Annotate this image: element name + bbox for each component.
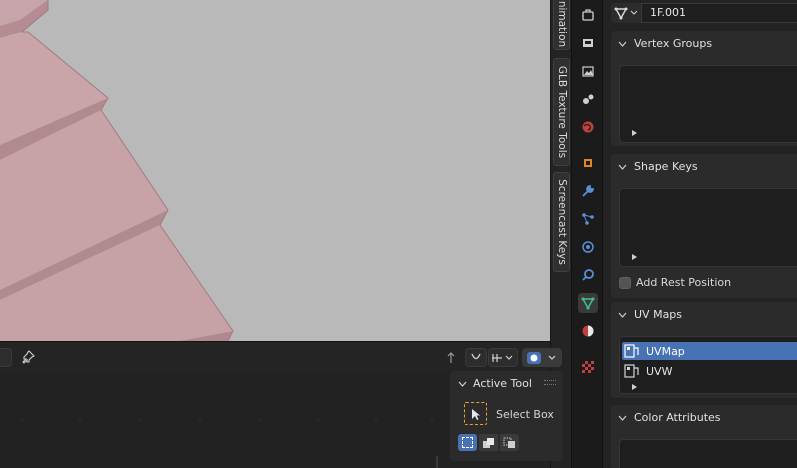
- output-icon[interactable]: [578, 61, 598, 81]
- add-rest-position-row[interactable]: Add Rest Position: [619, 276, 731, 289]
- color-attributes-list[interactable]: [619, 439, 797, 468]
- expand-triangle-icon[interactable]: [632, 130, 637, 136]
- uv-maps-panel: UV Maps UVMap UVW: [611, 302, 797, 398]
- select-box-icon[interactable]: [464, 402, 487, 425]
- panel-title: Color Attributes: [634, 411, 721, 424]
- tab-glb-texture-tools[interactable]: GLB Texture Tools: [553, 58, 570, 166]
- color-attributes-header[interactable]: Color Attributes: [618, 411, 721, 424]
- overlay-toggle[interactable]: [522, 348, 562, 367]
- active-tool-title: Active Tool: [473, 377, 532, 390]
- uv-map-icon: [624, 344, 639, 358]
- active-tool-name: Select Box: [496, 408, 554, 421]
- uv-map-name: UVMap: [646, 344, 685, 358]
- staircase-mesh: [0, 0, 234, 341]
- tab-label: Screencast Keys: [555, 179, 568, 265]
- uv-maps-header[interactable]: UV Maps: [618, 308, 682, 321]
- chevron-down-icon: [458, 381, 467, 387]
- vertex-groups-panel: Vertex Groups: [611, 31, 797, 146]
- vertex-groups-list[interactable]: [619, 65, 797, 143]
- color-attributes-panel: Color Attributes: [611, 405, 797, 468]
- expand-triangle-icon[interactable]: [632, 384, 637, 390]
- add-rest-position-label: Add Rest Position: [636, 276, 732, 289]
- shape-keys-panel: Shape Keys Add Rest Position: [611, 154, 797, 298]
- properties-panel: 1F.001 Vertex Groups Shape Keys Add Rest…: [602, 0, 797, 468]
- uv-map-name: UVW: [646, 364, 673, 378]
- mode-new-icon[interactable]: [458, 434, 477, 451]
- shape-keys-header[interactable]: Shape Keys: [618, 160, 698, 173]
- tab-screencast-keys[interactable]: Screencast Keys: [553, 172, 570, 272]
- pin-icon[interactable]: [19, 348, 37, 366]
- mesh-icon: [614, 7, 628, 19]
- world-icon[interactable]: [578, 117, 598, 137]
- mode-subtract-icon[interactable]: [500, 434, 519, 451]
- chevron-down-icon: [618, 41, 627, 47]
- uv-map-item-uvw[interactable]: UVW: [622, 362, 797, 380]
- uv-map-icon: [624, 364, 639, 378]
- timeline-grid: [21, 419, 433, 421]
- panel-title: UV Maps: [634, 308, 683, 321]
- snap-icon[interactable]: [465, 348, 487, 367]
- properties-tab-column: [571, 0, 601, 468]
- scroll-handle[interactable]: [436, 456, 438, 468]
- shape-keys-list[interactable]: [619, 188, 797, 267]
- mesh-browse-button[interactable]: [611, 2, 641, 23]
- tab-label: GLB Texture Tools: [555, 65, 568, 159]
- snap-target-dropdown[interactable]: [488, 348, 518, 367]
- physics-icon[interactable]: [578, 237, 598, 257]
- active-tool-panel: Active Tool Select Box: [450, 371, 563, 461]
- grip-icon[interactable]: [544, 380, 556, 385]
- vertex-groups-header[interactable]: Vertex Groups: [618, 37, 712, 50]
- mesh-data-icon[interactable]: [578, 293, 598, 313]
- mode-extend-icon[interactable]: [479, 434, 498, 451]
- object-icon[interactable]: [578, 153, 598, 173]
- constraints-icon[interactable]: [578, 265, 598, 285]
- transform-orientation-icon[interactable]: [442, 348, 460, 367]
- expand-triangle-icon[interactable]: [632, 254, 637, 260]
- tab-label: nimation: [555, 0, 568, 48]
- mesh-datablock-bar: 1F.001: [611, 2, 797, 23]
- particles-icon[interactable]: [578, 209, 598, 229]
- chevron-down-icon: [618, 312, 627, 318]
- tool-icon[interactable]: [578, 5, 598, 25]
- 3d-viewport[interactable]: [0, 0, 550, 341]
- chevron-down-icon: [618, 164, 627, 170]
- editor-type-button[interactable]: [0, 348, 12, 367]
- panel-title: Shape Keys: [634, 160, 698, 173]
- panel-title: Vertex Groups: [634, 37, 713, 50]
- uv-maps-list: UVMap UVW: [619, 336, 797, 394]
- texture-icon[interactable]: [578, 357, 598, 377]
- mesh-name-field[interactable]: 1F.001: [641, 2, 797, 23]
- render-icon[interactable]: [578, 33, 598, 53]
- timeline-header: [0, 342, 562, 373]
- active-tool-header[interactable]: Active Tool: [458, 377, 532, 390]
- chevron-down-icon: [630, 10, 638, 15]
- selection-mode-group: [458, 434, 519, 451]
- view-layer-icon[interactable]: [578, 89, 598, 109]
- uv-map-item-uvmap[interactable]: UVMap: [622, 342, 797, 360]
- add-rest-position-checkbox[interactable]: [619, 276, 631, 289]
- chevron-down-icon: [618, 415, 627, 421]
- material-icon[interactable]: [578, 321, 598, 341]
- wrench-icon[interactable]: [578, 181, 598, 201]
- tab-animation[interactable]: nimation: [553, 0, 570, 50]
